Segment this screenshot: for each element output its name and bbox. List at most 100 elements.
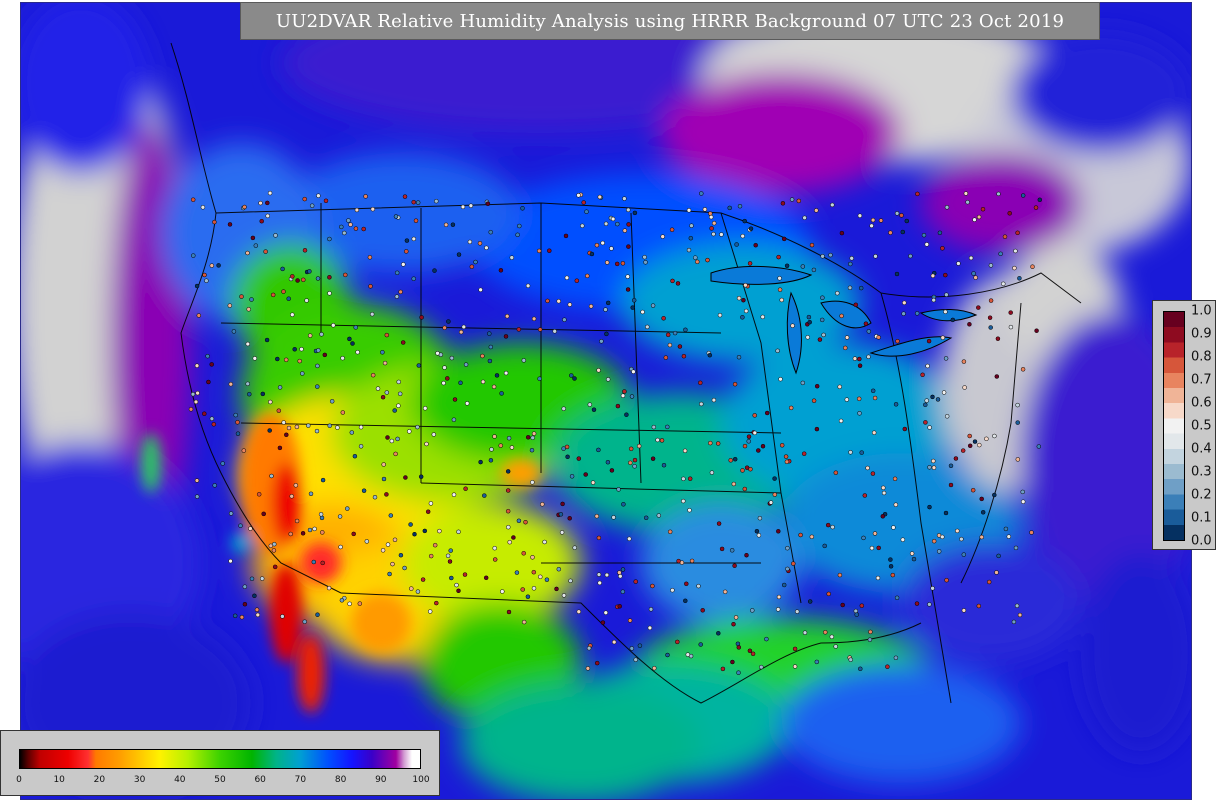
station-marker (822, 543, 827, 549)
station-marker (413, 218, 419, 223)
station-marker (876, 335, 881, 340)
station-marker (843, 345, 848, 351)
station-marker (847, 285, 853, 291)
station-marker (820, 254, 825, 259)
station-marker (478, 459, 483, 465)
station-marker (387, 571, 392, 577)
station-marker (783, 454, 789, 459)
station-marker (290, 274, 295, 279)
station-marker (211, 422, 217, 427)
station-marker (665, 332, 671, 338)
station-marker (1015, 402, 1020, 408)
station-marker (651, 424, 657, 430)
station-marker (962, 385, 967, 390)
station-marker (523, 519, 528, 525)
station-marker (709, 226, 714, 231)
station-marker (525, 594, 531, 599)
station-marker (381, 476, 387, 482)
station-marker (776, 254, 781, 260)
station-marker (506, 435, 512, 441)
station-marker (280, 266, 285, 272)
station-marker (645, 324, 650, 330)
station-marker (265, 200, 270, 206)
station-marker (563, 233, 569, 239)
station-marker (927, 602, 932, 607)
station-value-tick-label: 0.3 (1191, 464, 1212, 480)
station-marker (265, 213, 270, 219)
station-marker (715, 441, 721, 446)
station-marker (677, 344, 683, 349)
station-marker (711, 397, 717, 403)
station-marker (583, 472, 588, 477)
station-marker (307, 527, 313, 533)
station-marker (719, 546, 725, 552)
station-marker (615, 221, 620, 227)
station-marker (204, 278, 209, 283)
station-marker (1008, 324, 1014, 330)
station-marker (415, 589, 421, 594)
station-marker (259, 576, 265, 581)
station-marker (531, 586, 537, 591)
station-marker (837, 384, 842, 390)
station-marker (640, 309, 645, 315)
station-marker (776, 594, 782, 600)
station-marker (292, 347, 297, 352)
station-marker (707, 352, 713, 358)
rh-percent-tick-label: 90 (375, 775, 387, 785)
station-marker (659, 438, 665, 443)
station-marker (428, 501, 434, 506)
station-marker (927, 465, 932, 470)
station-marker (588, 304, 594, 309)
station-marker (556, 566, 562, 572)
station-marker (565, 454, 570, 460)
station-marker (314, 428, 320, 434)
station-marker (891, 525, 896, 530)
station-marker (627, 536, 632, 542)
station-marker (537, 327, 543, 332)
station-marker (987, 315, 993, 320)
station-marker (488, 458, 494, 463)
station-marker (615, 403, 621, 409)
station-marker (445, 376, 450, 381)
station-marker (364, 539, 370, 544)
station-marker (667, 342, 673, 348)
station-marker (345, 506, 350, 511)
station-marker (859, 603, 865, 608)
station-marker (992, 433, 997, 439)
station-marker (752, 413, 757, 418)
station-marker (408, 522, 413, 527)
station-marker (1020, 193, 1026, 198)
station-marker (422, 406, 428, 411)
station-marker (764, 410, 770, 416)
station-marker (930, 586, 935, 591)
station-marker (1036, 444, 1042, 449)
station-marker (521, 358, 527, 363)
station-marker (605, 459, 611, 465)
station-marker (759, 664, 764, 670)
station-marker (894, 211, 900, 216)
station-marker (941, 390, 947, 395)
station-marker (1020, 367, 1026, 372)
station-marker (347, 336, 352, 342)
station-marker (594, 242, 600, 248)
station-marker (235, 420, 240, 425)
station-marker (432, 542, 438, 548)
station-marker (304, 298, 309, 303)
station-marker (509, 255, 515, 260)
station-marker (622, 196, 627, 201)
station-marker (823, 630, 828, 635)
station-marker (505, 508, 511, 514)
station-marker (1017, 276, 1022, 281)
station-marker (837, 572, 843, 578)
station-marker (821, 332, 826, 338)
station-marker (232, 613, 238, 619)
station-marker (315, 384, 320, 389)
station-marker (626, 222, 631, 227)
station-marker (339, 598, 345, 603)
station-marker (611, 639, 617, 645)
station-marker (402, 565, 407, 571)
station-marker (785, 545, 790, 551)
station-marker (206, 379, 211, 385)
station-marker (809, 534, 815, 540)
station-marker (792, 664, 798, 669)
